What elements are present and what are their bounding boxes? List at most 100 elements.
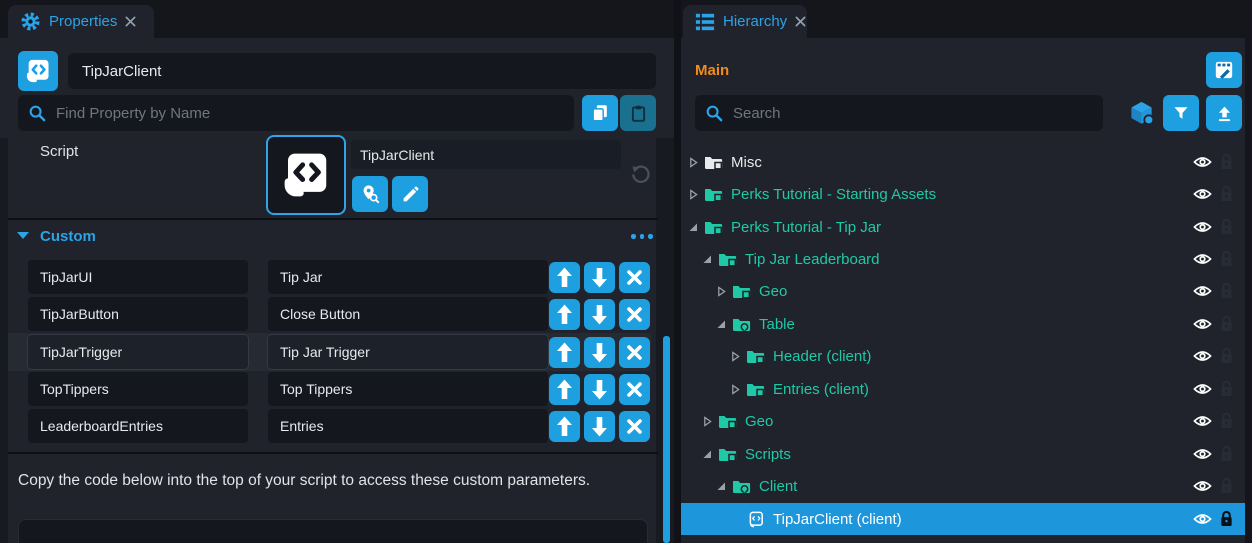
section-menu-icon[interactable] <box>631 234 653 239</box>
lock-icon[interactable] <box>1219 250 1234 272</box>
delete-param-button[interactable] <box>619 337 650 368</box>
lock-icon[interactable] <box>1219 315 1234 337</box>
visibility-eye-icon[interactable] <box>1193 155 1212 174</box>
close-icon[interactable] <box>125 16 136 27</box>
lock-icon[interactable] <box>1219 153 1234 175</box>
collapse-arrow-icon[interactable] <box>715 319 727 329</box>
visibility-eye-icon[interactable] <box>1193 479 1212 498</box>
lock-icon[interactable] <box>1219 218 1234 240</box>
hierarchy-row[interactable]: Tip Jar Leaderboard <box>681 243 1245 275</box>
hierarchy-row[interactable]: Geo <box>681 405 1245 437</box>
visibility-eye-icon[interactable] <box>1193 447 1212 466</box>
lock-icon[interactable] <box>1219 282 1234 304</box>
lock-icon[interactable] <box>1219 380 1234 402</box>
paste-properties-button[interactable] <box>620 95 656 131</box>
expand-arrow-icon[interactable] <box>687 189 699 200</box>
script-slot[interactable] <box>266 135 346 215</box>
scene-preview-button[interactable] <box>1206 52 1242 88</box>
lock-icon[interactable] <box>1219 347 1234 369</box>
find-in-scene-button[interactable] <box>352 176 388 212</box>
move-up-button[interactable] <box>549 411 580 442</box>
close-icon[interactable] <box>795 16 806 27</box>
delete-param-button[interactable] <box>619 411 650 442</box>
expand-arrow-icon[interactable] <box>715 286 727 297</box>
lock-icon[interactable] <box>1219 510 1234 532</box>
hierarchy-row[interactable]: Client <box>681 470 1245 502</box>
reset-property-icon[interactable] <box>630 164 651 190</box>
expand-arrow-icon[interactable] <box>729 351 741 362</box>
visibility-eye-icon[interactable] <box>1193 284 1212 303</box>
move-down-button[interactable] <box>584 299 615 330</box>
delete-param-button[interactable] <box>619 262 650 293</box>
expand-arrow-icon[interactable] <box>701 416 713 427</box>
param-name-field[interactable] <box>28 409 248 443</box>
param-value-field[interactable] <box>268 297 548 331</box>
visibility-eye-icon[interactable] <box>1193 220 1212 239</box>
visibility-eye-icon[interactable] <box>1193 252 1212 271</box>
visibility-eye-icon[interactable] <box>1193 382 1212 401</box>
hierarchy-row[interactable]: Scripts <box>681 438 1245 470</box>
hierarchy-row[interactable]: Table <box>681 308 1245 340</box>
hierarchy-row[interactable]: Perks Tutorial - Starting Assets <box>681 178 1245 210</box>
hierarchy-search-input[interactable] <box>695 95 1103 131</box>
filter-button[interactable] <box>1163 95 1199 131</box>
expand-arrow-icon[interactable] <box>687 157 699 168</box>
collapse-arrow-icon[interactable] <box>701 449 713 459</box>
property-search-input[interactable] <box>18 95 574 131</box>
visibility-eye-icon[interactable] <box>1193 349 1212 368</box>
tab-hierarchy[interactable]: Hierarchy <box>683 5 807 38</box>
hierarchy-row[interactable]: Perks Tutorial - Tip Jar <box>681 211 1245 243</box>
hierarchy-row[interactable]: Entries (client) <box>681 373 1245 405</box>
move-down-button[interactable] <box>584 411 615 442</box>
delete-param-button[interactable] <box>619 299 650 330</box>
expand-arrow-icon[interactable] <box>729 384 741 395</box>
hierarchy-scroll-track[interactable] <box>1245 38 1252 543</box>
move-down-button[interactable] <box>584 374 615 405</box>
hierarchy-row[interactable]: Misc <box>681 146 1245 178</box>
lock-icon[interactable] <box>1219 477 1234 499</box>
lock-icon[interactable] <box>1219 185 1234 207</box>
collapse-arrow-icon[interactable] <box>701 254 713 264</box>
export-button[interactable] <box>1206 95 1242 131</box>
code-snippet-box[interactable] <box>18 519 648 543</box>
param-name-field[interactable] <box>28 372 248 406</box>
move-down-button[interactable] <box>584 337 615 368</box>
cube-badge-icon[interactable] <box>1128 99 1155 131</box>
delete-param-button[interactable] <box>619 374 650 405</box>
edit-script-button[interactable] <box>392 176 428 212</box>
arrow-up-icon <box>549 299 580 330</box>
move-up-button[interactable] <box>549 299 580 330</box>
collapse-arrow-icon[interactable] <box>687 222 699 232</box>
hierarchy-row[interactable]: Header (client) <box>681 340 1245 372</box>
script-value-field[interactable] <box>351 140 621 169</box>
collapse-section-icon[interactable] <box>17 232 29 239</box>
hierarchy-row-selected[interactable]: TipJarClient (client) <box>681 503 1245 535</box>
hierarchy-row[interactable]: Geo <box>681 275 1245 307</box>
visibility-eye-icon[interactable] <box>1193 414 1212 433</box>
arrow-up-icon <box>549 262 580 293</box>
move-up-button[interactable] <box>549 337 580 368</box>
scrollbar-thumb[interactable] <box>663 336 670 543</box>
left-scroll-track[interactable] <box>0 138 8 543</box>
param-name-field[interactable] <box>28 335 248 369</box>
copy-properties-button[interactable] <box>582 95 618 131</box>
x-delete-icon <box>619 262 650 293</box>
move-down-button[interactable] <box>584 262 615 293</box>
visibility-eye-icon[interactable] <box>1193 317 1212 336</box>
visibility-eye-icon[interactable] <box>1193 187 1212 206</box>
lock-icon[interactable] <box>1219 412 1234 434</box>
param-name-field[interactable] <box>28 297 248 331</box>
collapse-arrow-icon[interactable] <box>715 481 727 491</box>
param-value-field[interactable] <box>268 409 548 443</box>
param-name-field[interactable] <box>28 260 248 294</box>
param-value-field[interactable] <box>268 260 548 294</box>
lock-icon[interactable] <box>1219 445 1234 467</box>
tab-properties[interactable]: Properties <box>8 5 154 38</box>
properties-panel: Properties Script <box>0 0 674 543</box>
script-name-input[interactable] <box>68 53 656 89</box>
param-value-field[interactable] <box>268 335 548 369</box>
param-value-field[interactable] <box>268 372 548 406</box>
move-up-button[interactable] <box>549 262 580 293</box>
visibility-eye-icon[interactable] <box>1193 512 1212 531</box>
move-up-button[interactable] <box>549 374 580 405</box>
